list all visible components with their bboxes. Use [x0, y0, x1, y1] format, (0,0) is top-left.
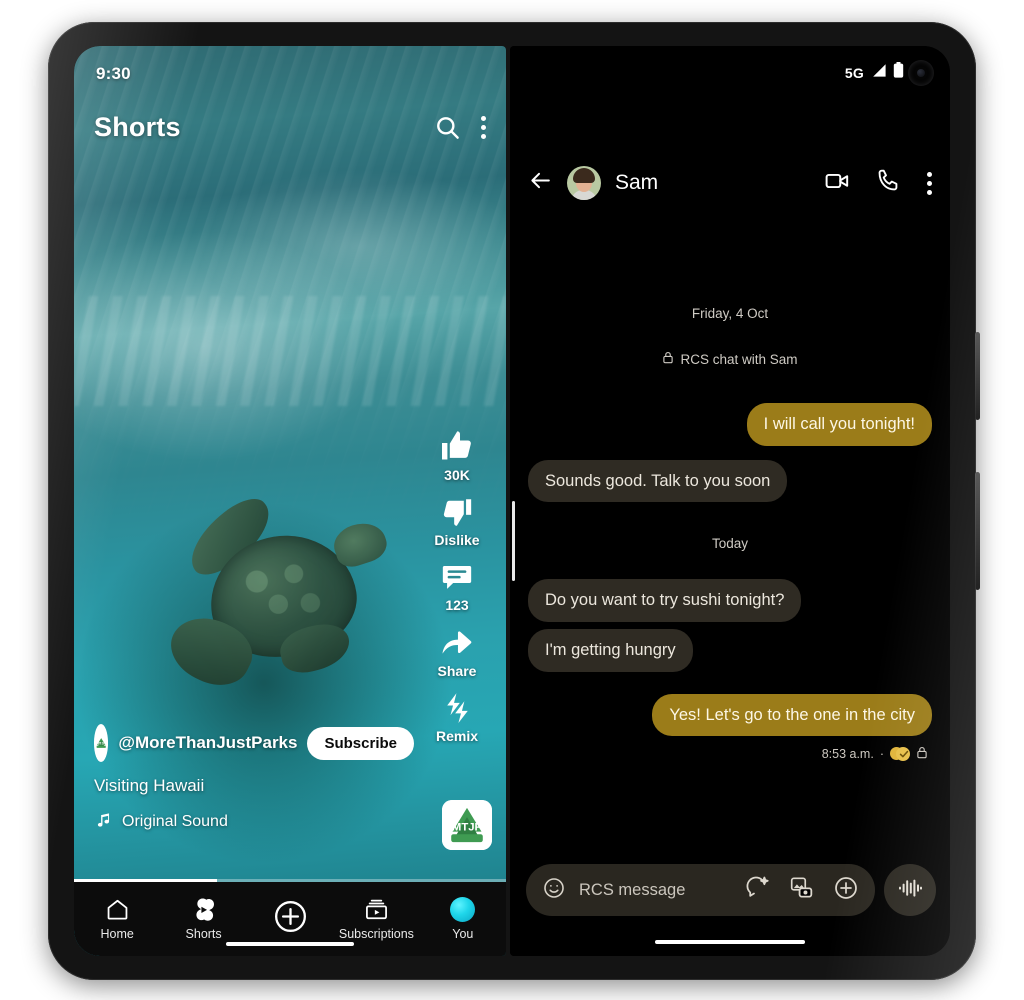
remix-label: Remix: [435, 728, 479, 744]
channel-handle[interactable]: @MoreThanJustParks: [118, 733, 297, 753]
battery-icon: [893, 62, 904, 83]
emoji-smiley-icon[interactable]: [542, 876, 566, 905]
nav-label-home: Home: [100, 927, 134, 941]
page-title: Shorts: [94, 111, 181, 142]
message-bubble-incoming[interactable]: Do you want to try sushi tonight?: [528, 579, 802, 622]
status-bar-time: 9:30: [96, 64, 131, 83]
phone-call-icon[interactable]: [876, 168, 901, 198]
shorts-action-rail: 30K Dislike 123 Share Remix: [420, 428, 494, 744]
sound-label: Original Sound: [122, 813, 228, 830]
power-button[interactable]: [975, 472, 980, 590]
nav-label-shorts: Shorts: [185, 927, 222, 941]
dislike-button[interactable]: Dislike: [434, 495, 480, 548]
rcs-note-text: RCS chat with Sam: [680, 351, 798, 367]
rcs-chat-note: RCS chat with Sam: [528, 351, 932, 367]
right-screen-google-messages[interactable]: 5G Sam Friday, 4 Oct RCS chat with Sam I…: [510, 46, 950, 956]
nav-item-home[interactable]: Home: [74, 897, 160, 941]
remix-button[interactable]: Remix: [436, 691, 478, 744]
signal-icon: [870, 63, 887, 83]
voice-record-button[interactable]: [884, 864, 936, 916]
nav-label-subscriptions: Subscriptions: [338, 927, 414, 941]
message-status-row: 8:53 a.m. ·: [528, 746, 932, 762]
message-composer: RCS message: [526, 864, 936, 916]
lock-icon: [916, 746, 928, 762]
video-call-icon[interactable]: [824, 168, 850, 199]
account-avatar-icon: [450, 897, 476, 922]
music-note-icon: [94, 810, 113, 834]
status-bar-right: 5G: [845, 62, 904, 83]
dual-screen-area: 9:30 Shorts 30K Dislike 123 Share Remix …: [74, 46, 950, 956]
gallery-icon[interactable]: [789, 875, 814, 905]
voice-waveform-icon: [897, 875, 923, 906]
water-foam: [74, 296, 506, 406]
message-bubble-incoming[interactable]: Sounds good. Talk to you soon: [528, 459, 788, 503]
message-bubble-outgoing[interactable]: Yes! Let's go to the one in the city: [652, 693, 932, 737]
contact-name[interactable]: Sam: [615, 171, 658, 195]
shorts-topbar: Shorts: [74, 104, 506, 150]
dislike-label: Dislike: [434, 532, 480, 548]
comment-count: 123: [445, 597, 469, 613]
svg-text:MTJP: MTJP: [452, 821, 483, 833]
left-screen-youtube-shorts[interactable]: 9:30 Shorts 30K Dislike 123 Share Remix …: [74, 46, 506, 956]
volume-button[interactable]: [975, 332, 980, 420]
nav-item-you[interactable]: You: [420, 897, 506, 941]
like-button[interactable]: 30K: [439, 428, 475, 483]
conversation-header: Sam: [510, 158, 950, 208]
message-thread[interactable]: Friday, 4 Oct RCS chat with Sam I will c…: [510, 221, 950, 846]
meta-separator: ·: [879, 747, 884, 762]
right-gesture-bar[interactable]: [655, 940, 805, 944]
date-separator: Friday, 4 Oct: [691, 306, 769, 321]
lock-icon: [662, 351, 674, 367]
placeholder-text: RCS message: [579, 880, 686, 899]
message-bubble-incoming[interactable]: I'm getting hungry: [528, 628, 693, 672]
svg-text:MTJP: MTJP: [97, 742, 107, 746]
avatar[interactable]: [567, 166, 601, 200]
search-icon[interactable]: [434, 114, 461, 141]
message-timestamp: 8:53 a.m.: [821, 747, 874, 762]
message-input-placeholder[interactable]: RCS message: [579, 881, 732, 900]
like-count: 30K: [444, 467, 470, 483]
message-bubble-outgoing[interactable]: I will call you tonight!: [746, 403, 932, 446]
date-separator-today: Today: [711, 536, 749, 552]
sticker-sparkle-icon[interactable]: [745, 875, 770, 905]
nav-item-subscriptions[interactable]: Subscriptions: [333, 897, 419, 941]
sound-attribution[interactable]: Original Sound: [94, 810, 414, 834]
back-arrow-icon[interactable]: [528, 168, 553, 198]
reaction-emoji-icon[interactable]: [890, 746, 910, 762]
front-camera-punch-hole: [908, 60, 934, 86]
left-gesture-bar[interactable]: [226, 942, 354, 946]
more-vertical-icon[interactable]: [481, 115, 486, 139]
subscribe-button[interactable]: Subscribe: [307, 726, 414, 760]
nav-item-shorts[interactable]: Shorts: [160, 897, 246, 941]
comments-button[interactable]: 123: [440, 560, 474, 613]
remix-thumbnail[interactable]: MTJP: [442, 800, 492, 850]
foldable-device-frame: 9:30 Shorts 30K Dislike 123 Share Remix …: [48, 22, 980, 980]
more-vertical-icon[interactable]: [927, 171, 932, 195]
nav-label-you: You: [452, 927, 474, 941]
share-label: Share: [437, 663, 477, 679]
video-title: Visiting Hawaii: [94, 776, 205, 795]
shorts-video-meta: MTJP @MoreThanJustParks Subscribe Visiti…: [94, 724, 414, 834]
channel-avatar[interactable]: MTJP: [94, 724, 109, 762]
message-input-bar[interactable]: RCS message: [526, 864, 875, 916]
network-type-label: 5G: [844, 64, 864, 81]
share-button[interactable]: Share: [437, 625, 477, 679]
nav-item-create[interactable]: [247, 898, 333, 940]
sea-turtle-subject: [160, 489, 402, 708]
plus-circle-icon[interactable]: [833, 875, 859, 906]
